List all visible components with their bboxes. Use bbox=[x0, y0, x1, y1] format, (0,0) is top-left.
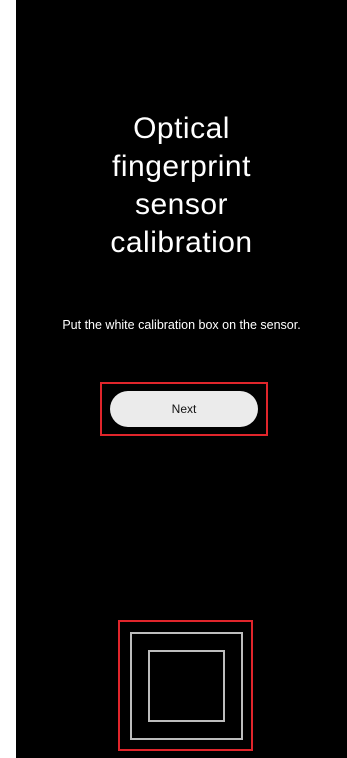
next-button-highlight: Next bbox=[100, 382, 268, 436]
page-title: Optical fingerprint sensor calibration bbox=[16, 110, 347, 262]
calibration-screen: Optical fingerprint sensor calibration P… bbox=[16, 0, 347, 758]
sensor-area-highlight bbox=[118, 620, 253, 751]
title-line-3: sensor bbox=[134, 188, 229, 221]
sensor-target-inner bbox=[148, 650, 225, 722]
instruction-text: Put the white calibration box on the sen… bbox=[62, 318, 301, 332]
title-line-4: calibration bbox=[110, 226, 253, 259]
title-line-1: Optical bbox=[133, 112, 230, 145]
next-button[interactable]: Next bbox=[110, 391, 258, 427]
title-line-2: fingerprint bbox=[112, 150, 251, 183]
calibration-box-icon[interactable] bbox=[130, 632, 243, 740]
